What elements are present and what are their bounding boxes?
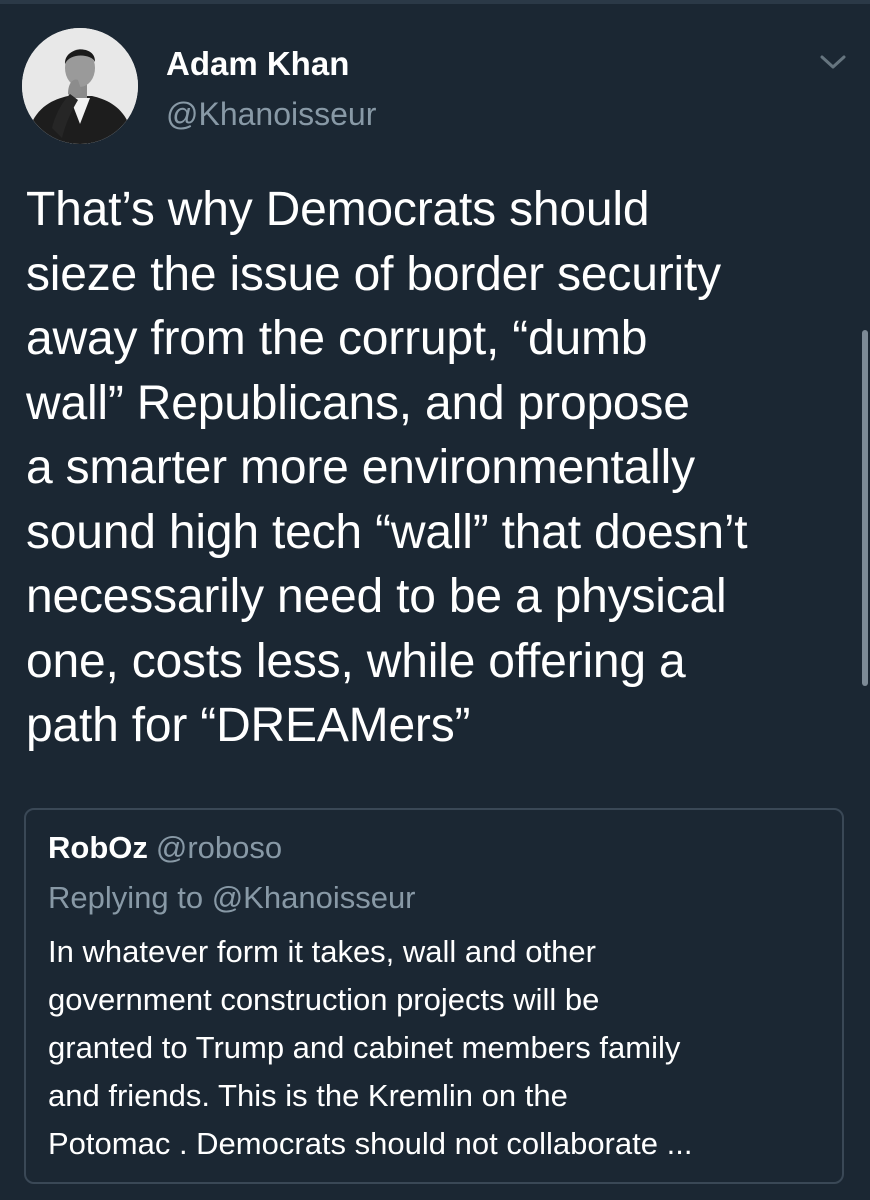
- tweet-text-line: wall” Republicans, and propose: [26, 376, 690, 430]
- tweet-text-line: necessarily need to be a physical: [26, 570, 727, 623]
- tweet-text-line: path for “DREAMers”: [26, 699, 471, 752]
- quoted-text-line: and friends. This is the Kremlin on the: [48, 1078, 568, 1113]
- author-name[interactable]: Adam Khan: [166, 44, 349, 84]
- tweet-text-line: a smarter more environmentally: [26, 441, 695, 494]
- author-handle[interactable]: @Khanoisseur: [166, 94, 376, 134]
- quoted-tweet-card[interactable]: RobOz @roboso Replying to @Khanoisseur In…: [24, 808, 844, 1184]
- tweet-text: That’s why Democrats should sieze the is…: [26, 178, 856, 759]
- quoted-text-line: government construction projects will be: [48, 982, 600, 1017]
- quoted-text-line: granted to Trump and cabinet members fam…: [48, 1030, 681, 1065]
- quoted-text-line: In whatever form it takes, wall and othe…: [48, 934, 596, 969]
- quoted-text-line: Potomac . Democrats should not collabora…: [48, 1126, 693, 1161]
- tweet-text-line: That’s why Democrats should: [26, 183, 650, 236]
- quoted-tweet-text: In whatever form it takes, wall and othe…: [48, 928, 692, 1168]
- reply-context: Replying to @Khanoisseur: [48, 880, 416, 915]
- tweet-text-line: sound high tech “wall” that doesn’t: [26, 505, 748, 559]
- quoted-author-handle: @roboso: [155, 830, 283, 865]
- top-edge-divider: [0, 0, 870, 4]
- tweet-text-line: sieze the issue of border security: [26, 247, 721, 301]
- avatar-photo: [22, 28, 138, 144]
- chevron-down-icon[interactable]: [818, 50, 848, 74]
- tweet-text-line: away from the corrupt, “dumb: [26, 312, 648, 365]
- quoted-author-name: RobOz: [48, 830, 148, 865]
- quoted-tweet-header: RobOz @roboso: [48, 828, 282, 868]
- scrollbar[interactable]: [862, 330, 868, 686]
- tweet-text-line: one, costs less, while offering a: [26, 634, 686, 688]
- avatar[interactable]: [22, 28, 138, 144]
